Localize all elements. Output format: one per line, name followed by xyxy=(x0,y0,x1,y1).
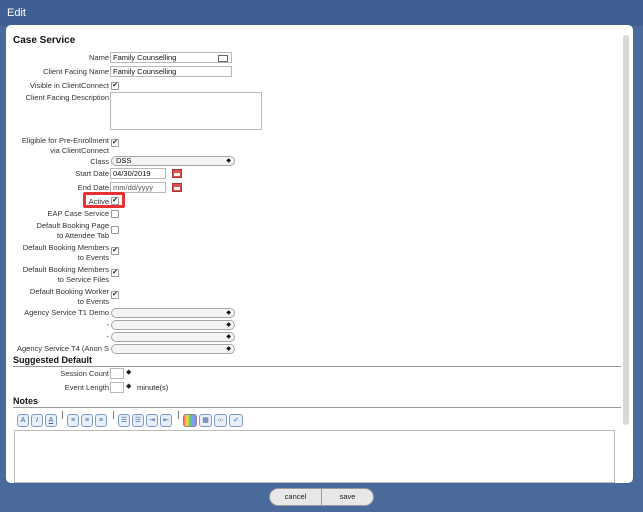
booking-members-files-label: Default Booking Members to Service Files xyxy=(9,265,109,285)
booking-members-files-line2: to Service Files xyxy=(57,275,109,284)
booking-worker-checkbox[interactable]: ✔ xyxy=(111,291,119,299)
outdent-icon[interactable]: ⇤ xyxy=(160,414,172,427)
class-value: DSS xyxy=(116,156,132,165)
booking-worker-line1: Default Booking Worker xyxy=(29,287,109,296)
booking-page-checkbox[interactable] xyxy=(111,226,119,234)
booking-page-label-line2: to Attendee Tab xyxy=(57,231,109,240)
start-date-calendar-icon[interactable] xyxy=(172,169,182,178)
visible-label: Visible in ClientConnect xyxy=(29,81,109,90)
name-input[interactable]: Family Counselling xyxy=(110,52,232,63)
description-textarea[interactable] xyxy=(110,92,262,130)
eligible-label-line2: via ClientConnect xyxy=(50,146,109,155)
agency-t3-select[interactable]: ◆ xyxy=(111,332,235,342)
booking-page-label-line1: Default Booking Page xyxy=(36,221,109,230)
link-icon[interactable]: ∞ xyxy=(214,414,227,427)
select-arrows-icon: ◆ xyxy=(226,310,231,316)
suggested-default-heading: Suggested Default xyxy=(13,355,93,365)
session-count-label: Session Count xyxy=(60,369,109,378)
align-left-icon[interactable]: ≡ xyxy=(67,414,79,427)
align-center-icon[interactable]: ≡ xyxy=(81,414,93,427)
dialog-footer: cancel save xyxy=(0,483,643,512)
scrollbar[interactable] xyxy=(623,35,629,425)
event-length-label: Event Length xyxy=(64,383,109,392)
bulleted-list-icon[interactable]: ☰ xyxy=(118,414,130,427)
eligible-checkbox[interactable]: ✔ xyxy=(111,139,119,147)
event-length-unit: minute(s) xyxy=(137,383,169,392)
notes-editor[interactable] xyxy=(14,430,615,483)
event-length-input[interactable] xyxy=(110,382,124,393)
indent-icon[interactable]: ⇥ xyxy=(146,414,158,427)
case-service-heading: Case Service xyxy=(13,35,76,46)
active-highlight xyxy=(83,192,125,208)
italic-icon[interactable]: I xyxy=(31,414,43,427)
booking-members-events-checkbox[interactable]: ✔ xyxy=(111,247,119,255)
booking-members-events-label: Default Booking Members to Events xyxy=(9,243,109,263)
name-value: Family Counselling xyxy=(113,53,177,62)
name-label: Name xyxy=(88,53,109,62)
booking-members-events-line2: to Events xyxy=(77,253,109,262)
booking-worker-line2: to Events xyxy=(77,297,109,306)
agency-t4-select[interactable]: ◆ xyxy=(111,344,235,354)
table-icon[interactable]: ▦ xyxy=(199,414,212,427)
section-divider xyxy=(13,366,621,367)
client-facing-name-input[interactable]: Family Counselling xyxy=(110,66,232,77)
agency-t2-select[interactable]: ◆ xyxy=(111,320,235,330)
session-count-input[interactable] xyxy=(110,368,124,379)
client-facing-name-label: Client Facing Name xyxy=(43,67,109,76)
booking-page-label: Default Booking Page to Attendee Tab xyxy=(9,221,109,241)
end-date-calendar-icon[interactable] xyxy=(172,183,182,192)
booking-worker-label: Default Booking Worker to Events xyxy=(9,287,109,307)
toolbar-separator xyxy=(178,411,179,419)
dash-label-1: - xyxy=(106,320,110,329)
contact-card-icon[interactable] xyxy=(218,55,228,62)
description-label: Client Facing Description xyxy=(25,93,109,102)
booking-members-events-line1: Default Booking Members xyxy=(22,243,109,252)
dash-label-2: - xyxy=(106,332,110,341)
underline-icon[interactable]: A xyxy=(45,414,57,427)
start-date-input[interactable]: 04/30/2019 xyxy=(110,168,166,179)
eap-checkbox[interactable] xyxy=(111,210,119,218)
class-label: Class xyxy=(90,157,109,166)
select-arrows-icon: ◆ xyxy=(226,334,231,340)
booking-members-files-checkbox[interactable]: ✔ xyxy=(111,269,119,277)
agency-t1-label: Agency Service T1 Demo xyxy=(24,308,109,317)
toolbar-separator xyxy=(62,411,63,419)
agency-t4-label: Agency Service T4 (Anon S xyxy=(17,344,109,353)
save-button[interactable]: save xyxy=(321,488,374,506)
eligible-label-line1: Eligible for Pre-Enrollment xyxy=(21,136,109,145)
align-right-icon[interactable]: ≡ xyxy=(95,414,107,427)
bold-icon[interactable]: A xyxy=(17,414,29,427)
select-arrows-icon: ◆ xyxy=(226,346,231,352)
event-length-stepper-icon[interactable]: ◆ xyxy=(126,382,131,392)
notes-divider xyxy=(13,407,621,408)
color-icon[interactable] xyxy=(183,414,197,427)
dialog-title: Edit xyxy=(0,0,643,26)
eligible-label: Eligible for Pre-Enrollment via ClientCo… xyxy=(9,136,109,156)
eap-label: EAP Case Service xyxy=(47,209,109,218)
notes-heading: Notes xyxy=(13,396,39,406)
class-select[interactable]: DSS ◆ xyxy=(111,156,235,166)
toolbar-separator xyxy=(113,411,114,419)
booking-members-files-line1: Default Booking Members xyxy=(22,265,109,274)
agency-t1-select[interactable]: ◆ xyxy=(111,308,235,318)
visible-checkbox[interactable]: ✔ xyxy=(111,82,119,90)
spellcheck-icon[interactable]: ✓ xyxy=(229,414,243,427)
start-date-label: Start Date xyxy=(75,169,109,178)
select-arrows-icon: ◆ xyxy=(226,322,231,328)
cancel-button[interactable]: cancel xyxy=(269,488,322,506)
numbered-list-icon[interactable]: ☰ xyxy=(132,414,144,427)
session-count-stepper-icon[interactable]: ◆ xyxy=(126,368,131,378)
select-arrows-icon: ◆ xyxy=(226,158,231,164)
